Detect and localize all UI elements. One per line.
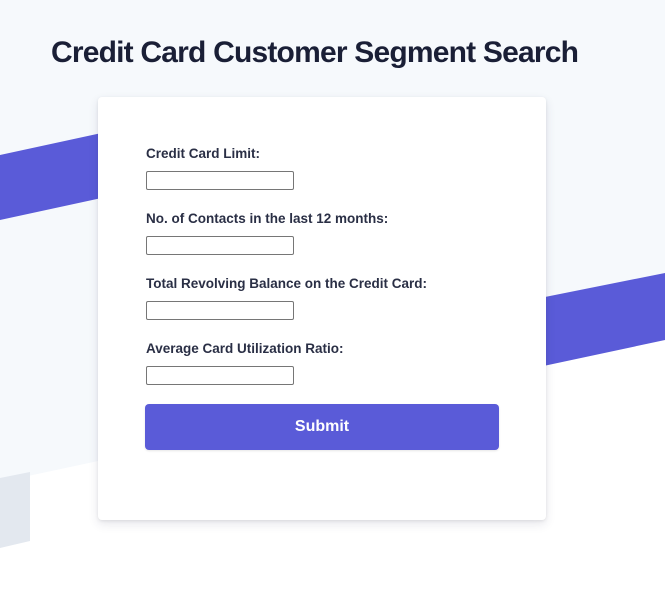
revolving-balance-label: Total Revolving Balance on the Credit Ca…	[146, 276, 428, 291]
credit-limit-field: Credit Card Limit:	[146, 146, 294, 190]
credit-limit-input[interactable]	[146, 171, 294, 190]
revolving-balance-input[interactable]	[146, 301, 294, 320]
utilization-ratio-field: Average Card Utilization Ratio:	[146, 341, 344, 385]
submit-button[interactable]: Submit	[145, 404, 499, 450]
contacts-input[interactable]	[146, 236, 294, 255]
contacts-label: No. of Contacts in the last 12 months:	[146, 211, 389, 226]
page-title: Credit Card Customer Segment Search	[51, 36, 579, 69]
credit-limit-label: Credit Card Limit:	[146, 146, 261, 161]
contacts-field: No. of Contacts in the last 12 months:	[146, 211, 388, 255]
utilization-ratio-input[interactable]	[146, 366, 294, 385]
revolving-balance-field: Total Revolving Balance on the Credit Ca…	[146, 276, 427, 320]
utilization-ratio-label: Average Card Utilization Ratio:	[146, 341, 344, 356]
search-form-card: Credit Card Limit: No. of Contacts in th…	[98, 97, 546, 520]
background-gray-block	[0, 472, 30, 548]
